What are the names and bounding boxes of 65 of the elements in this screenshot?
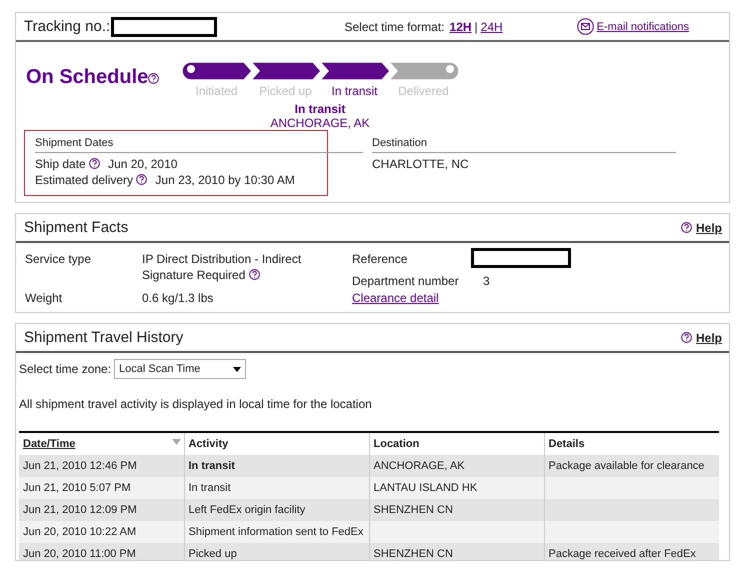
info-text: All shipment travel activity is displayed in local time for the location [18, 396, 373, 411]
panel-title: Shipment Travel History [24, 329, 184, 346]
help-icon[interactable] [136, 174, 148, 185]
table-cell: SHENZHEN CN [374, 504, 453, 516]
column-header: Details [544, 432, 719, 455]
separator: | [474, 20, 478, 34]
table-cell: Shipment information sent to FedEx [188, 526, 364, 538]
field-label: Select time zone: [19, 362, 112, 376]
field-label: Department number [352, 273, 460, 289]
tracking-label: Tracking no.: [24, 18, 110, 35]
table-cell: Jun 21, 2010 12:46 PM [23, 460, 137, 472]
time-format-link[interactable]: 12H [450, 20, 472, 34]
current-location: ANCHORAGE, AK [270, 116, 370, 130]
help-icon[interactable] [148, 73, 160, 84]
clearance-detail-link[interactable]: Clearance detail [352, 291, 439, 305]
column-header: Activity [184, 432, 369, 455]
field-value: Jun 23, 2010 by 10:30 AM [155, 173, 295, 187]
help-icon[interactable] [680, 332, 692, 343]
table-cell: SHENZHEN CN [374, 548, 453, 560]
field-value: 3 [483, 273, 491, 289]
table-cell: LANTAU ISLAND HK [374, 482, 478, 494]
caret-icon [233, 366, 242, 372]
table-cell: Jun 21, 2010 12:09 PM [23, 504, 137, 516]
field-label: Weight [25, 290, 64, 306]
current-activity: In transit [294, 102, 346, 116]
field-value: Signature Required [142, 268, 246, 282]
help-link[interactable]: Help [696, 220, 722, 234]
table-cell: Jun 21, 2010 5:07 PM [23, 482, 131, 494]
step-label: Picked up [259, 84, 312, 98]
column-header: Location [369, 432, 544, 455]
table-cell: Left FedEx origin facility [188, 504, 306, 516]
help-link[interactable]: Help [696, 330, 722, 344]
table-cell: Package received after FedEx [548, 548, 696, 560]
field-label: Estimated delivery [35, 173, 134, 187]
panel-title: Shipment Facts [24, 219, 128, 236]
table-cell: In transit [188, 460, 235, 472]
field-value: IP Direct Distribution - Indirect [142, 252, 302, 266]
help-icon[interactable] [680, 222, 692, 233]
table-cell: Jun 20, 2010 11:00 PM [23, 548, 136, 560]
table-cell: Package available for clearance [548, 460, 704, 472]
field-value: CHARLOTTE, NC [372, 156, 470, 172]
column-header[interactable]: Date/Time [19, 432, 184, 455]
help-icon[interactable] [248, 269, 260, 280]
table-cell: In transit [188, 482, 231, 494]
time-format-link[interactable]: 24H [480, 20, 503, 34]
field-label: Reference [352, 251, 408, 268]
time-format-label: Select time format: [344, 20, 445, 34]
status-title: On Schedule [26, 66, 148, 88]
section-heading: Destination [372, 137, 676, 153]
help-icon[interactable] [89, 158, 100, 169]
step-label: Delivered [398, 84, 449, 98]
field-label: Ship date [35, 157, 86, 171]
time-zone-dropdown[interactable]: Local Scan Time [114, 359, 246, 379]
envelope-icon [576, 18, 594, 35]
field-value: 0.6 kg/1.3 lbs [142, 290, 214, 306]
table-cell: Picked up [188, 548, 237, 560]
email-notifications-link[interactable]: E-mail notifications [596, 20, 689, 32]
step-label: In transit [331, 84, 378, 98]
table-cell: ANCHORAGE, AK [374, 460, 465, 472]
sort-arrow-icon [172, 439, 180, 445]
step-label: Initiated [195, 84, 238, 98]
field-label: Service type [25, 251, 92, 268]
field-value: Jun 20, 2010 [108, 157, 178, 171]
table-cell: Jun 20, 2010 10:22 AM [23, 526, 136, 538]
section-heading: Shipment Dates [35, 137, 363, 153]
